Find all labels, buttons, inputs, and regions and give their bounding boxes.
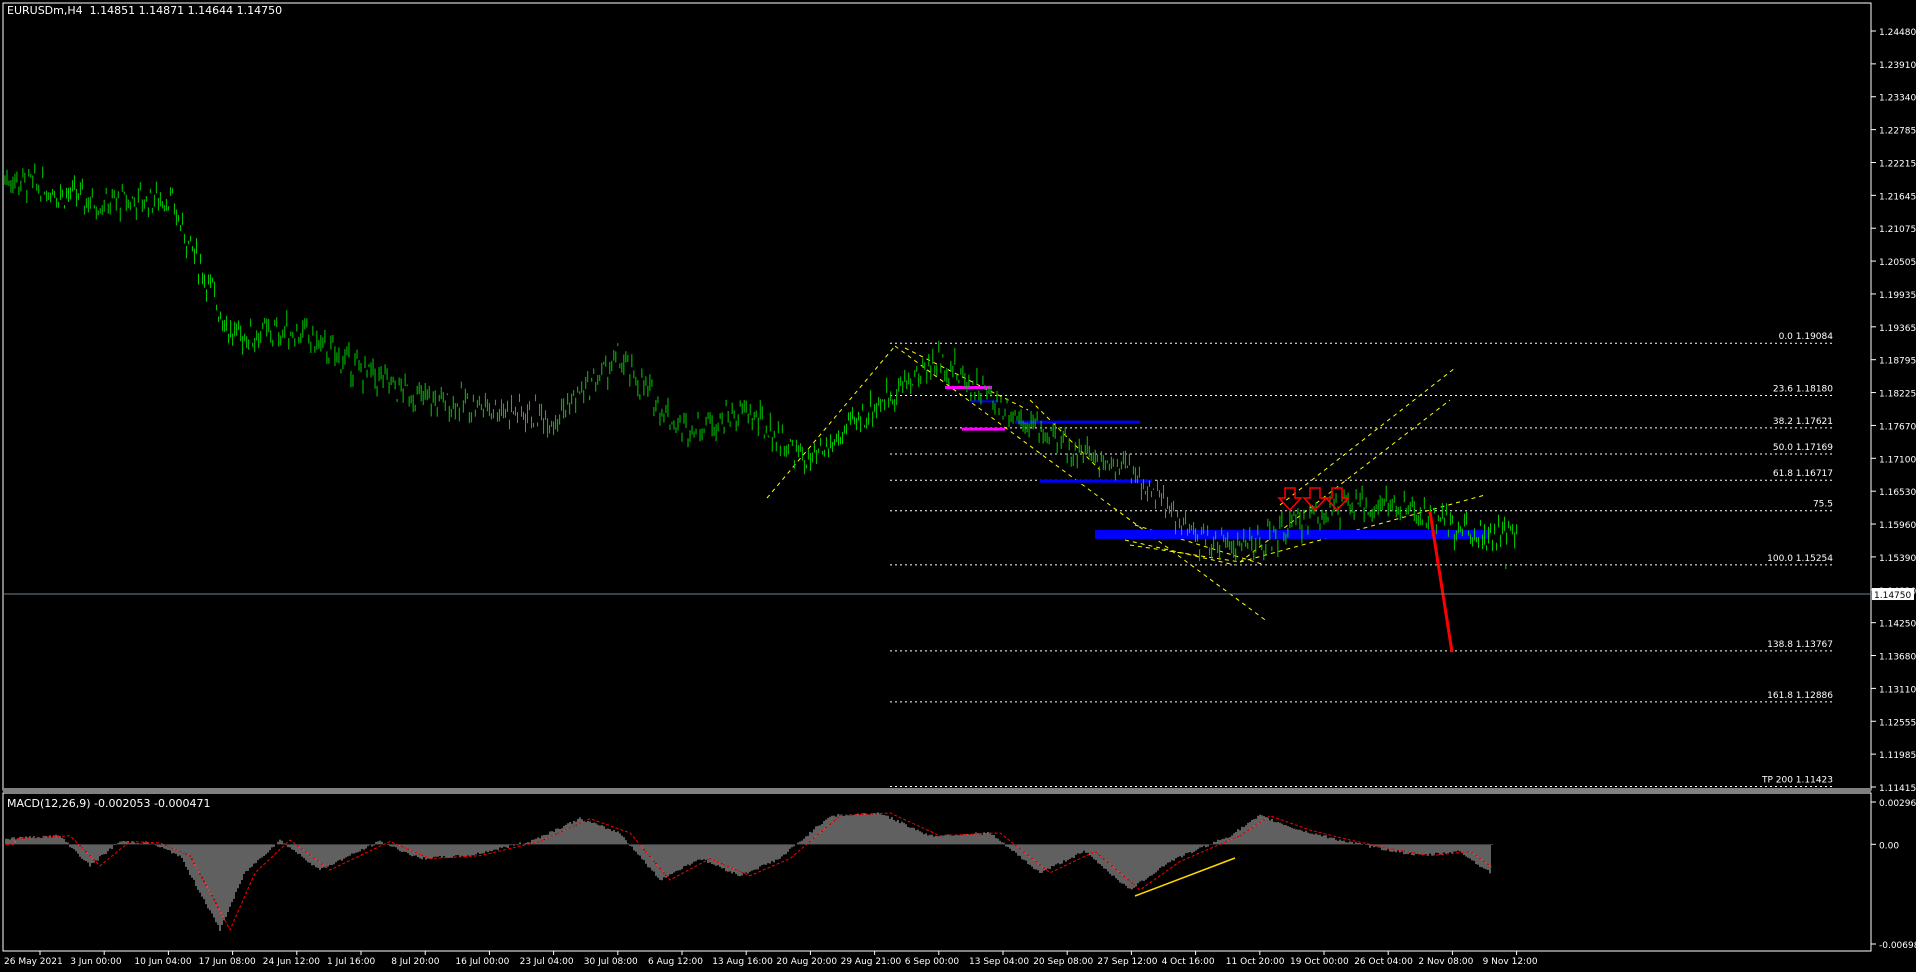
symbol-header: EURUSDm,H4 1.14851 1.14871 1.14644 1.147… (7, 4, 282, 17)
x-tick-label: 8 Jul 20:00 (391, 957, 440, 967)
x-tick-label: 10 Jun 04:00 (134, 957, 191, 967)
symbol-label: EURUSDm,H4 (7, 4, 83, 17)
chart-background (0, 0, 1916, 972)
y-tick-label: 1.15390 (1879, 554, 1916, 564)
y-tick-label: 1.19365 (1879, 324, 1916, 334)
x-tick-label: 24 Jun 12:00 (263, 957, 320, 967)
fib-level-label: 75.5 (1813, 500, 1833, 510)
x-tick-label: 6 Aug 12:00 (648, 957, 703, 967)
y-tick-label: 1.21075 (1879, 225, 1916, 235)
y-tick-label: 1.23340 (1879, 94, 1916, 104)
y-tick-label: 1.17670 (1879, 422, 1916, 432)
x-tick-label: 19 Oct 00:00 (1290, 957, 1349, 967)
x-tick-label: 9 Nov 12:00 (1483, 957, 1538, 967)
y-tick-label: 1.11415 (1879, 784, 1916, 794)
x-tick-label: 4 Oct 16:00 (1162, 957, 1215, 967)
x-tick-label: 26 May 2021 (4, 957, 63, 967)
x-tick-label: 6 Sep 00:00 (905, 957, 960, 967)
y-tick-label: 1.24480 (1879, 28, 1916, 38)
fib-level-label: 161.8 1.12886 (1767, 691, 1833, 701)
x-tick-label: 17 Jun 08:00 (199, 957, 256, 967)
x-tick-label: 26 Oct 04:00 (1354, 957, 1413, 967)
fib-level-label: 138.8 1.13767 (1767, 640, 1833, 650)
x-tick-label: 13 Sep 04:00 (969, 957, 1029, 967)
x-tick-label: 13 Aug 16:00 (712, 957, 773, 967)
x-tick-label: 20 Sep 08:00 (1033, 957, 1093, 967)
y-tick-label: 1.22215 (1879, 159, 1916, 169)
macd-y-tick-label: 0.00 (1879, 841, 1899, 851)
ohlc-values: 1.14851 1.14871 1.14644 1.14750 (89, 4, 283, 17)
y-tick-label: 1.13110 (1879, 685, 1916, 695)
fib-level-label: 38.2 1.17621 (1773, 417, 1833, 427)
y-tick-label: 1.21645 (1879, 192, 1916, 202)
macd-y-tick-label: -0.006988 (1879, 941, 1916, 951)
y-tick-label: 1.15960 (1879, 521, 1916, 531)
y-tick-label: 1.18795 (1879, 357, 1916, 367)
x-tick-label: 23 Jul 04:00 (520, 957, 574, 967)
y-tick-label: 1.19935 (1879, 291, 1916, 301)
fib-level-label: 0.0 1.19084 (1779, 332, 1834, 342)
x-tick-label: 2 Nov 08:00 (1418, 957, 1473, 967)
x-tick-label: 11 Oct 20:00 (1226, 957, 1285, 967)
y-tick-label: 1.17100 (1879, 455, 1916, 465)
macd-header: MACD(12,26,9) -0.002053 -0.000471 (7, 797, 211, 810)
x-tick-label: 3 Jun 00:00 (70, 957, 122, 967)
current-price-label: 1.14750 (1874, 591, 1911, 601)
price-chart[interactable]: 0.0 1.19084 23.6 1.18180 38.2 1.17621 50.0 … (0, 0, 1916, 972)
x-tick-label: 30 Jul 08:00 (584, 957, 638, 967)
chart-window: 0.0 1.19084 23.6 1.18180 38.2 1.17621 50.0 … (0, 0, 1916, 972)
y-tick-label: 1.13680 (1879, 653, 1916, 663)
y-tick-label: 1.14250 (1879, 620, 1916, 630)
fib-level-label: 100.0 1.15254 (1767, 554, 1833, 564)
y-tick-label: 1.11985 (1879, 751, 1916, 761)
fib-level-label: 50.0 1.17169 (1773, 443, 1833, 453)
fib-level-label: 61.8 1.16717 (1773, 469, 1833, 479)
y-tick-label: 1.23910 (1879, 61, 1916, 71)
fib-level-label: TP 200 1.11423 (1761, 776, 1833, 786)
x-tick-label: 29 Aug 21:00 (841, 957, 902, 967)
x-tick-label: 20 Aug 20:00 (776, 957, 837, 967)
x-tick-label: 27 Sep 12:00 (1097, 957, 1157, 967)
y-tick-label: 1.20505 (1879, 258, 1916, 268)
y-tick-label: 1.12555 (1879, 718, 1916, 728)
x-tick-label: 16 Jul 00:00 (455, 957, 509, 967)
y-tick-label: 1.16530 (1879, 488, 1916, 498)
x-tick-label: 1 Jul 16:00 (327, 957, 376, 967)
y-tick-label: 1.22785 (1879, 127, 1916, 137)
y-tick-label: 1.18225 (1879, 390, 1916, 400)
fib-level-label: 23.6 1.18180 (1773, 385, 1833, 395)
macd-y-tick-label: 0.002967 (1879, 799, 1916, 809)
